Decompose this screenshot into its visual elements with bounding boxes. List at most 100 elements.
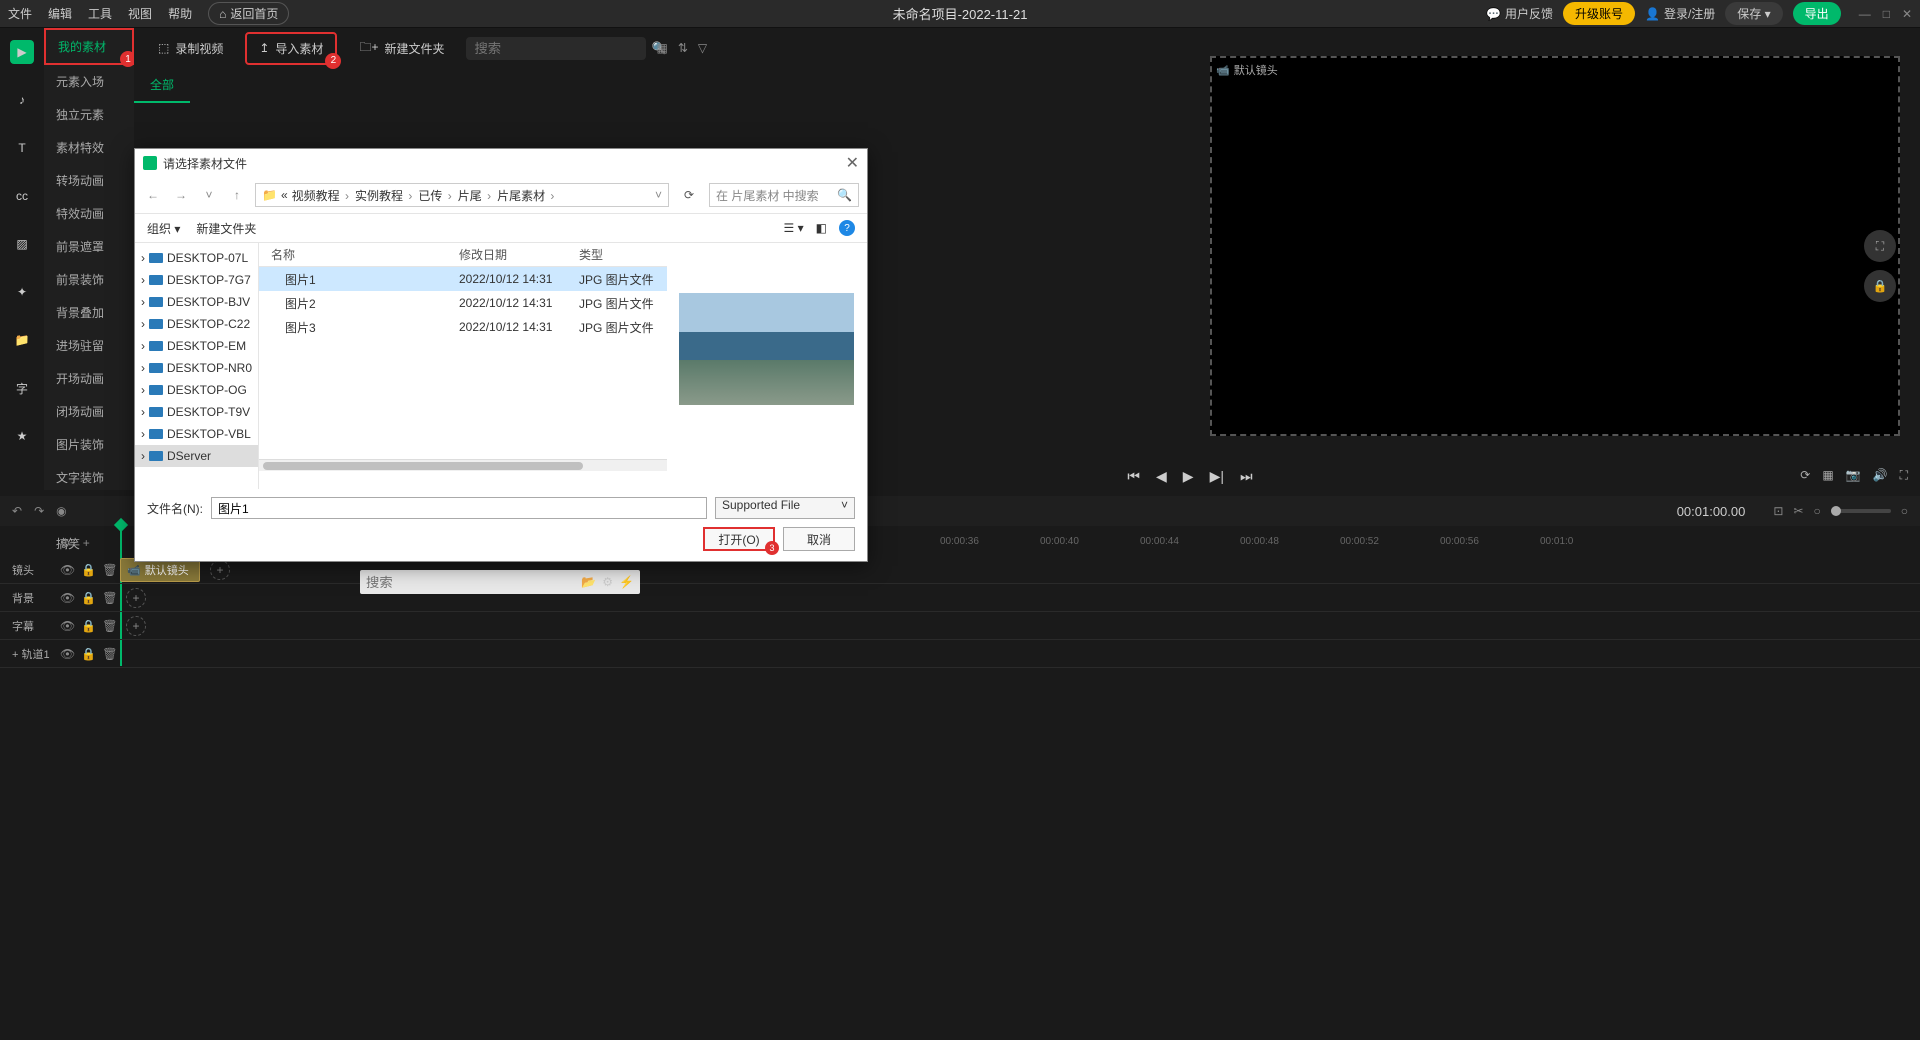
chevron-down-icon[interactable]: ˅ <box>655 188 662 202</box>
lock-icon[interactable]: 🔒 <box>81 647 96 661</box>
tree-item[interactable]: ›DESKTOP-BJV <box>135 291 258 313</box>
zoom-slider[interactable] <box>1831 509 1891 513</box>
rail-plugin-icon[interactable]: ✦ <box>10 280 34 304</box>
tree-item[interactable]: ›DESKTOP-NR0 <box>135 357 258 379</box>
rail-media-icon[interactable]: ▶ <box>10 40 34 64</box>
nav-up-icon[interactable]: ↑ <box>227 188 247 202</box>
add-clip-button[interactable]: + <box>210 560 230 580</box>
organize-button[interactable]: 组织 ▾ <box>147 220 180 237</box>
skip-start-icon[interactable]: ⏮ <box>1127 468 1140 485</box>
file-row[interactable]: 图片3 2022/10/12 14:31 JPG 图片文件 <box>259 315 667 339</box>
rail-typography-icon[interactable]: 字 <box>10 376 34 400</box>
sidebar-item[interactable]: 图片装饰 <box>44 428 134 461</box>
sort-icon[interactable]: ⇅ <box>678 41 688 55</box>
filename-input[interactable] <box>211 497 707 519</box>
nav-dropdown-icon[interactable]: ˅ <box>199 188 219 202</box>
eye-icon[interactable]: 👁 <box>60 591 75 605</box>
fullscreen-icon[interactable]: ⛶ <box>1900 468 1908 483</box>
rail-caption-icon[interactable]: cc <box>10 184 34 208</box>
tab-all[interactable]: 全部 <box>134 68 190 103</box>
menu-help[interactable]: 帮助 <box>168 5 192 22</box>
gear-icon[interactable]: ⚙ <box>602 575 613 589</box>
new-folder-button[interactable]: 🗀+ 新建文件夹 <box>347 32 456 65</box>
file-row[interactable]: 图片2 2022/10/12 14:31 JPG 图片文件 <box>259 291 667 315</box>
menu-file[interactable]: 文件 <box>8 5 32 22</box>
skip-end-icon[interactable]: ⏭ <box>1240 468 1253 485</box>
breadcrumb[interactable]: 📁 « 视频教程 实例教程 已传 片尾 片尾素材 ˅ <box>255 183 669 207</box>
grid-view-icon[interactable]: ▦ <box>656 41 667 55</box>
import-asset-button[interactable]: ↥ 导入素材 2 <box>245 32 337 65</box>
file-row[interactable]: 图片1 2022/10/12 14:31 JPG 图片文件 <box>259 267 667 291</box>
sidebar-item[interactable]: 特效动画 <box>44 197 134 230</box>
view-mode-icon[interactable]: ☰ ▾ <box>784 221 804 235</box>
menu-view[interactable]: 视图 <box>128 5 152 22</box>
trash-icon[interactable]: 🗑 <box>102 591 117 605</box>
cut-icon[interactable]: ✂ <box>1793 504 1803 518</box>
tree-item[interactable]: ›DESKTOP-07L <box>135 247 258 269</box>
eye-icon[interactable]: 👁 <box>60 619 75 633</box>
add-clip-button[interactable]: + <box>126 588 146 608</box>
lock-icon[interactable]: 🔒 <box>81 591 96 605</box>
sidebar-item[interactable]: 前景遮罩 <box>44 230 134 263</box>
filetype-select[interactable]: Supported File˅ <box>715 497 855 519</box>
trash-icon[interactable]: 🗑 <box>102 619 117 633</box>
trash-icon[interactable]: 🗑 <box>102 647 117 661</box>
play-icon[interactable]: ▶ <box>1183 468 1194 485</box>
help-icon[interactable]: ? <box>839 220 855 236</box>
dialog-search[interactable]: 在 片尾素材 中搜索 🔍 <box>709 183 859 207</box>
new-folder-button[interactable]: 新建文件夹 <box>196 220 256 237</box>
dialog-close-button[interactable]: ✕ <box>846 153 859 173</box>
tree-item[interactable]: ›DESKTOP-VBL <box>135 423 258 445</box>
sidebar-item[interactable]: 进场驻留 <box>44 329 134 362</box>
minimize-icon[interactable]: — <box>1859 7 1871 21</box>
fit-icon[interactable]: ⊡ <box>1773 504 1783 518</box>
sidebar-item[interactable]: 转场动画 <box>44 164 134 197</box>
sidebar-item[interactable]: 文字装饰 <box>44 461 134 494</box>
sidebar-item[interactable]: 开场动画 <box>44 362 134 395</box>
cursor-icon[interactable]: ◉ <box>56 504 66 518</box>
col-date[interactable]: 修改日期 <box>459 246 579 263</box>
lock-icon[interactable]: 🔒 <box>81 619 96 633</box>
trash-icon[interactable]: 🗑 <box>102 563 117 577</box>
eye-icon[interactable]: 👁 <box>60 647 75 661</box>
record-video-button[interactable]: ⬚ 录制视频 <box>146 34 235 63</box>
tree-item[interactable]: ›DESKTOP-OG <box>135 379 258 401</box>
rail-star-icon[interactable]: ★ <box>10 424 34 448</box>
login-button[interactable]: 👤 登录/注册 <box>1645 5 1715 22</box>
save-button[interactable]: 保存 ▾ <box>1725 2 1782 25</box>
snapshot-icon[interactable]: 📷 <box>1846 468 1861 483</box>
col-name[interactable]: 名称 <box>259 246 459 263</box>
next-frame-icon[interactable]: ▶| <box>1210 468 1224 485</box>
export-button[interactable]: 导出 <box>1793 2 1841 25</box>
upgrade-button[interactable]: 升级账号 <box>1563 2 1635 25</box>
filter-icon[interactable]: ▽ <box>698 41 707 55</box>
rail-audio-icon[interactable]: ♪ <box>10 88 34 112</box>
nav-forward-icon[interactable]: → <box>171 188 191 202</box>
lock-icon[interactable]: 🔒 <box>81 563 96 577</box>
maximize-icon[interactable]: □ <box>1883 7 1890 21</box>
volume-icon[interactable]: 🔊 <box>1873 468 1888 483</box>
redo-icon[interactable]: ↷ <box>34 504 44 518</box>
add-clip-button[interactable]: + <box>126 616 146 636</box>
loop-icon[interactable]: ⟳ <box>1800 468 1810 483</box>
popup-search-input[interactable] <box>366 575 581 590</box>
undo-icon[interactable]: ↶ <box>12 504 22 518</box>
refresh-icon[interactable]: ⟳ <box>677 188 701 202</box>
menu-tools[interactable]: 工具 <box>88 5 112 22</box>
track-add-icon[interactable]: + <box>83 536 90 550</box>
eye-icon[interactable]: 👁 <box>60 563 75 577</box>
grid-icon[interactable]: ▦ <box>1822 468 1833 483</box>
tree-item[interactable]: ›DServer <box>135 445 258 467</box>
bolt-icon[interactable]: ⚡ <box>619 575 634 589</box>
crop-icon[interactable]: ⛶ <box>1864 230 1896 262</box>
folder-icon[interactable]: 📂 <box>581 575 596 589</box>
close-icon[interactable]: ✕ <box>1902 7 1912 21</box>
cancel-button[interactable]: 取消 <box>783 527 855 551</box>
zoom-out-icon[interactable]: ○ <box>1814 504 1821 518</box>
horizontal-scrollbar[interactable] <box>259 459 667 471</box>
sidebar-item[interactable]: 前景装饰 <box>44 263 134 296</box>
zoom-in-icon[interactable]: ○ <box>1901 504 1908 518</box>
search-box[interactable]: 🔍 <box>466 37 646 60</box>
sidebar-item-my-assets[interactable]: 我的素材 1 <box>44 28 134 65</box>
open-button[interactable]: 打开(O) 3 <box>703 527 775 551</box>
